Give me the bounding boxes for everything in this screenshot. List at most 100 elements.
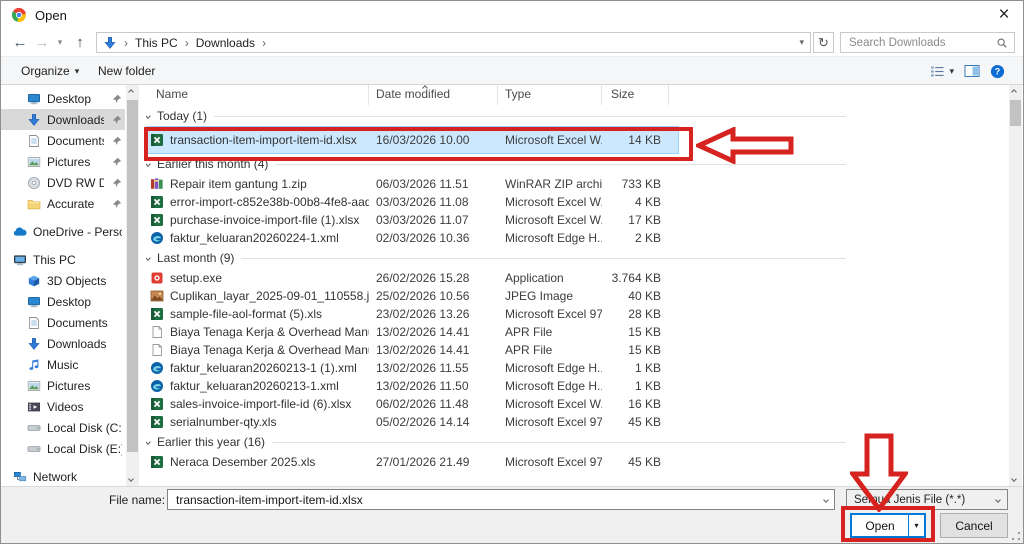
file-row-biaya-tenaga-kerja-overhead-manufak[interactable]: Biaya Tenaga Kerja & Overhead Manufak...… — [146, 323, 668, 341]
address-bar[interactable]: › This PC › Downloads › ▾ — [96, 32, 811, 53]
scroll-up-icon[interactable] — [128, 89, 134, 95]
image-icon — [150, 289, 164, 303]
file-row-sample-file-aol-format-5-xls[interactable]: sample-file-aol-format (5).xls23/02/2026… — [146, 305, 668, 323]
toolbar-right: ▾ ? — [930, 57, 1005, 85]
open-split-caret-icon[interactable]: ▾ — [908, 515, 924, 536]
organize-button[interactable]: Organize ▾ — [15, 57, 85, 85]
file-size-cell: 14 KB — [602, 133, 664, 147]
column-header-date-modified[interactable]: Date modified — [369, 85, 498, 105]
chrome-icon — [11, 7, 27, 23]
list-scrollbar-thumb[interactable] — [1010, 100, 1021, 126]
help-icon[interactable]: ? — [990, 64, 1005, 79]
column-header-size[interactable]: Size — [602, 85, 669, 105]
column-header-type[interactable]: Type — [498, 85, 602, 105]
file-size-cell: 45 KB — [602, 455, 664, 469]
sidebar-scrollbar-thumb[interactable] — [127, 100, 138, 452]
file-row-repair-item-gantung-1-zip[interactable]: Repair item gantung 1.zip06/03/2026 11.5… — [146, 175, 668, 193]
file-row-faktur-keluaran20260213-1-xml[interactable]: faktur_keluaran20260213-1.xml13/02/2026 … — [146, 377, 668, 395]
file-row-faktur-keluaran20260224-1-xml[interactable]: faktur_keluaran20260224-1.xml02/03/2026 … — [146, 229, 668, 247]
file-row-cuplikan-layar-2025-09-01-110558-jpg[interactable]: Cuplikan_layar_2025-09-01_110558.jpg25/0… — [146, 287, 668, 305]
up-button[interactable]: ↑ — [69, 32, 91, 53]
group-chevron-icon — [146, 161, 151, 167]
cancel-button[interactable]: Cancel — [940, 513, 1008, 538]
search-input[interactable] — [847, 36, 996, 50]
file-row-neraca-desember-2025-xls[interactable]: Neraca Desember 2025.xls27/01/2026 21.49… — [146, 453, 668, 471]
file-row-serialnumber-qty-xls[interactable]: serialnumber-qty.xls05/02/2026 14.14Micr… — [146, 413, 668, 431]
file-name-cell: Cuplikan_layar_2025-09-01_110558.jpg — [146, 289, 369, 303]
file-type-select[interactable]: Semua Jenis File (*.*) — [846, 489, 1008, 510]
file-row-setup-exe[interactable]: setup.exe26/02/2026 15.28Application3.76… — [146, 269, 668, 287]
sidebar-item-pictures[interactable]: Pictures — [1, 151, 125, 172]
breadcrumb-downloads[interactable]: Downloads — [196, 36, 255, 50]
file-name-cell: Repair item gantung 1.zip — [146, 177, 369, 191]
back-button[interactable]: ← — [9, 32, 31, 53]
sidebar-item-accurate[interactable]: Accurate — [1, 193, 125, 214]
file-row-faktur-keluaran20260213-1-1-xml[interactable]: faktur_keluaran20260213-1 (1).xml13/02/2… — [146, 359, 668, 377]
group-divider — [214, 116, 846, 117]
sidebar-item-local-disk-c[interactable]: Local Disk (C:) — [1, 417, 125, 438]
group-header-today-1[interactable]: Today (1) — [146, 105, 846, 127]
sidebar-item-onedrive-persor[interactable]: OneDrive - Persor — [1, 221, 125, 242]
sidebar-scrollbar[interactable] — [126, 85, 139, 486]
file-row-biaya-tenaga-kerja-overhead-manufak[interactable]: Biaya Tenaga Kerja & Overhead Manufak...… — [146, 341, 668, 359]
file-icon — [150, 343, 164, 357]
sidebar-item-3d-objects[interactable]: 3D Objects — [1, 270, 125, 291]
scroll-up-icon[interactable] — [1011, 89, 1017, 95]
sidebar-item-desktop[interactable]: Desktop — [1, 291, 125, 312]
sidebar-item-documents[interactable]: Documents — [1, 312, 125, 333]
edge-icon — [150, 379, 164, 393]
file-date-cell: 25/02/2026 10.56 — [369, 289, 498, 303]
preview-pane-icon[interactable] — [964, 64, 980, 78]
file-name-label: File name: — [109, 493, 165, 507]
file-size-cell: 40 KB — [602, 289, 664, 303]
sidebar-item-downloads[interactable]: Downloads — [1, 333, 125, 354]
onedrive-icon — [13, 225, 27, 239]
file-type-cell: Microsoft Excel W... — [498, 397, 602, 411]
sidebar-item-desktop[interactable]: Desktop — [1, 88, 125, 109]
file-type-value: Semua Jenis File (*.*) — [854, 494, 965, 506]
group-header-earlier-this-year-16[interactable]: Earlier this year (16) — [146, 431, 846, 453]
file-name-dropdown-icon[interactable] — [823, 497, 829, 503]
list-scrollbar[interactable] — [1009, 85, 1022, 486]
excel-icon — [150, 455, 164, 469]
pin-icon — [112, 136, 122, 146]
sidebar-item-dvd-rw-driv[interactable]: DVD RW Driv — [1, 172, 125, 193]
file-row-purchase-invoice-import-file-1-xlsx[interactable]: purchase-invoice-import-file (1).xlsx03/… — [146, 211, 668, 229]
excel-icon — [150, 307, 164, 321]
file-list: Today (1)transaction-item-import-item-id… — [146, 105, 989, 486]
sidebar-item-network[interactable]: Network — [1, 466, 125, 486]
sidebar-item-local-disk-e[interactable]: Local Disk (E:) — [1, 438, 125, 459]
history-dropdown-icon[interactable]: ▾ — [53, 32, 67, 53]
excel-icon — [150, 133, 164, 147]
sidebar-item-downloads[interactable]: Downloads — [1, 109, 125, 130]
pin-icon — [112, 157, 122, 167]
file-name-input[interactable] — [174, 492, 824, 508]
sidebar-item-videos[interactable]: Videos — [1, 396, 125, 417]
file-size-cell: 16 KB — [602, 397, 664, 411]
column-header-name[interactable]: Name — [146, 85, 369, 105]
resize-grip[interactable] — [1011, 531, 1021, 541]
open-button[interactable]: Open ▾ — [850, 513, 926, 538]
address-dropdown-icon[interactable]: ▾ — [799, 37, 804, 48]
file-row-sales-invoice-import-file-id-6-xlsx[interactable]: sales-invoice-import-file-id (6).xlsx06/… — [146, 395, 668, 413]
scroll-down-icon[interactable] — [128, 476, 134, 482]
forward-button[interactable]: → — [31, 32, 53, 53]
group-header-last-month-9[interactable]: Last month (9) — [146, 247, 846, 269]
view-options-button[interactable]: ▾ — [930, 65, 954, 78]
close-button[interactable]: × — [992, 3, 1016, 27]
downloads-icon — [27, 337, 41, 351]
file-row-error-import-c852e38b-00b8-4fe8-aadd[interactable]: error-import-c852e38b-00b8-4fe8-aadd-...… — [146, 193, 668, 211]
sidebar-item-music[interactable]: Music — [1, 354, 125, 375]
new-folder-button[interactable]: New folder — [92, 57, 161, 85]
group-header-earlier-this-month-4[interactable]: Earlier this month (4) — [146, 153, 846, 175]
sidebar-item-this-pc[interactable]: This PC — [1, 249, 125, 270]
search-icon[interactable] — [996, 37, 1008, 49]
scroll-down-icon[interactable] — [1011, 476, 1017, 482]
file-row-transaction-item-import-item-id-xlsx[interactable]: transaction-item-import-item-id.xlsx16/0… — [146, 127, 678, 153]
breadcrumb-this-pc[interactable]: This PC — [135, 36, 178, 50]
sidebar-item-pictures[interactable]: Pictures — [1, 375, 125, 396]
refresh-button[interactable]: ↻ — [813, 32, 834, 53]
sidebar-item-documents[interactable]: Documents — [1, 130, 125, 151]
search-box — [840, 32, 1015, 53]
file-name-cell: faktur_keluaran20260224-1.xml — [146, 231, 369, 245]
